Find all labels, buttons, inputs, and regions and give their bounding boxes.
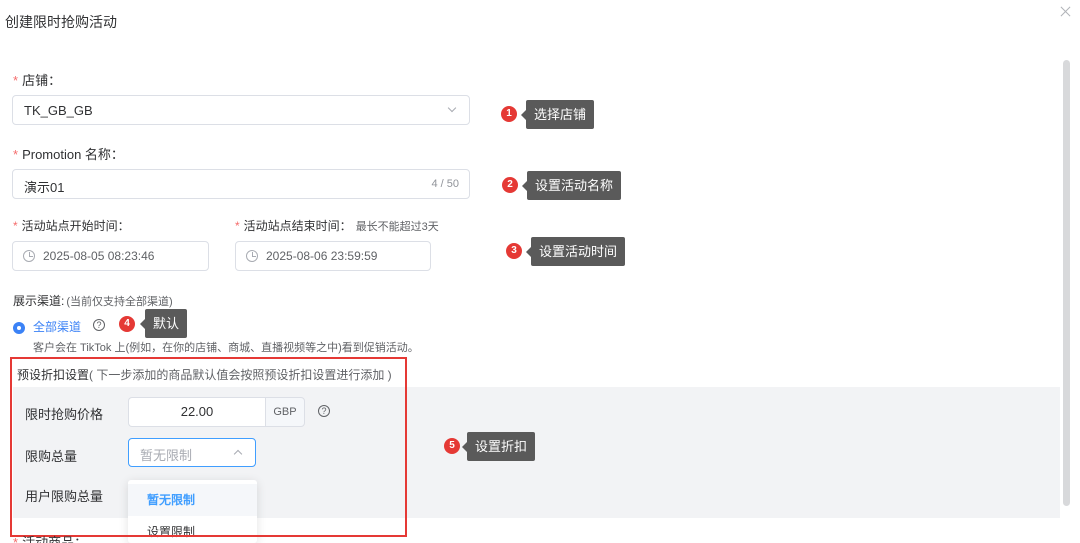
annotation-callout-5: 设置折扣 bbox=[461, 432, 536, 461]
annotation-callout-1: 选择店铺 bbox=[520, 100, 595, 129]
close-icon[interactable] bbox=[1058, 4, 1074, 20]
annotation-badge-1: 1 bbox=[501, 106, 517, 122]
clock-icon bbox=[246, 250, 258, 262]
promotion-name-value: 演示01 bbox=[24, 180, 65, 195]
required-mark: * bbox=[13, 147, 19, 162]
scrollbar[interactable] bbox=[1063, 60, 1070, 506]
shop-select[interactable]: TK_GB_GB bbox=[12, 95, 470, 125]
annotation-badge-3: 3 bbox=[506, 243, 522, 259]
help-icon[interactable]: ? bbox=[93, 319, 105, 331]
required-mark: * bbox=[235, 219, 240, 233]
annotation-badge-2: 2 bbox=[502, 177, 518, 193]
required-mark: * bbox=[13, 535, 19, 543]
dialog-title: 创建限时抢购活动 bbox=[5, 14, 117, 30]
channel-hint: (当前仅支持全部渠道) bbox=[66, 296, 173, 308]
promotion-name-input[interactable]: 演示01 4 / 50 bbox=[12, 169, 470, 199]
shop-label: * 店铺： bbox=[13, 70, 61, 89]
all-channels-radio[interactable] bbox=[13, 322, 25, 334]
annotation-callout-2: 设置活动名称 bbox=[521, 171, 622, 200]
products-label-text: 活动商品： bbox=[22, 535, 88, 543]
channel-label-text: 展示渠道: bbox=[13, 294, 65, 308]
annotation-callout-4: 默认 bbox=[139, 309, 188, 338]
end-time-hint: 最长不能超过3天 bbox=[355, 221, 439, 233]
end-time-label: * 活动站点结束时间： 最长不能超过3天 bbox=[235, 217, 439, 234]
products-label: * 活动商品： bbox=[13, 532, 87, 543]
chevron-down-icon bbox=[447, 103, 457, 113]
shop-select-value: TK_GB_GB bbox=[24, 103, 93, 118]
promotion-label-text: Promotion 名称： bbox=[22, 147, 124, 162]
promotion-label: * Promotion 名称： bbox=[13, 144, 124, 163]
clock-icon bbox=[23, 250, 35, 262]
annotation-badge-5: 5 bbox=[444, 438, 460, 454]
end-time-value: 2025-08-06 23:59:59 bbox=[266, 249, 378, 263]
annotation-callout-3: 设置活动时间 bbox=[525, 237, 626, 266]
start-time-value: 2025-08-05 08:23:46 bbox=[43, 249, 155, 263]
required-mark: * bbox=[13, 73, 19, 88]
char-count: 4 / 50 bbox=[431, 178, 459, 190]
start-time-picker[interactable]: 2025-08-05 08:23:46 bbox=[12, 241, 209, 271]
required-mark: * bbox=[13, 219, 18, 233]
annotation-highlight-box bbox=[10, 357, 407, 537]
annotation-badge-4: 4 bbox=[119, 316, 135, 332]
channel-description: 客户会在 TikTok 上(例如，在你的店铺、商城、直播视频等之中)看到促销活动… bbox=[33, 342, 419, 354]
start-time-label-text: 活动站点开始时间： bbox=[21, 219, 130, 233]
channel-label: 展示渠道: (当前仅支持全部渠道) bbox=[13, 292, 173, 309]
all-channels-label[interactable]: 全部渠道 bbox=[33, 318, 81, 335]
end-time-picker[interactable]: 2025-08-06 23:59:59 bbox=[235, 241, 431, 271]
start-time-label: * 活动站点开始时间： bbox=[13, 217, 130, 234]
shop-label-text: 店铺： bbox=[22, 73, 62, 88]
end-time-label-text: 活动站点结束时间： bbox=[243, 219, 352, 233]
